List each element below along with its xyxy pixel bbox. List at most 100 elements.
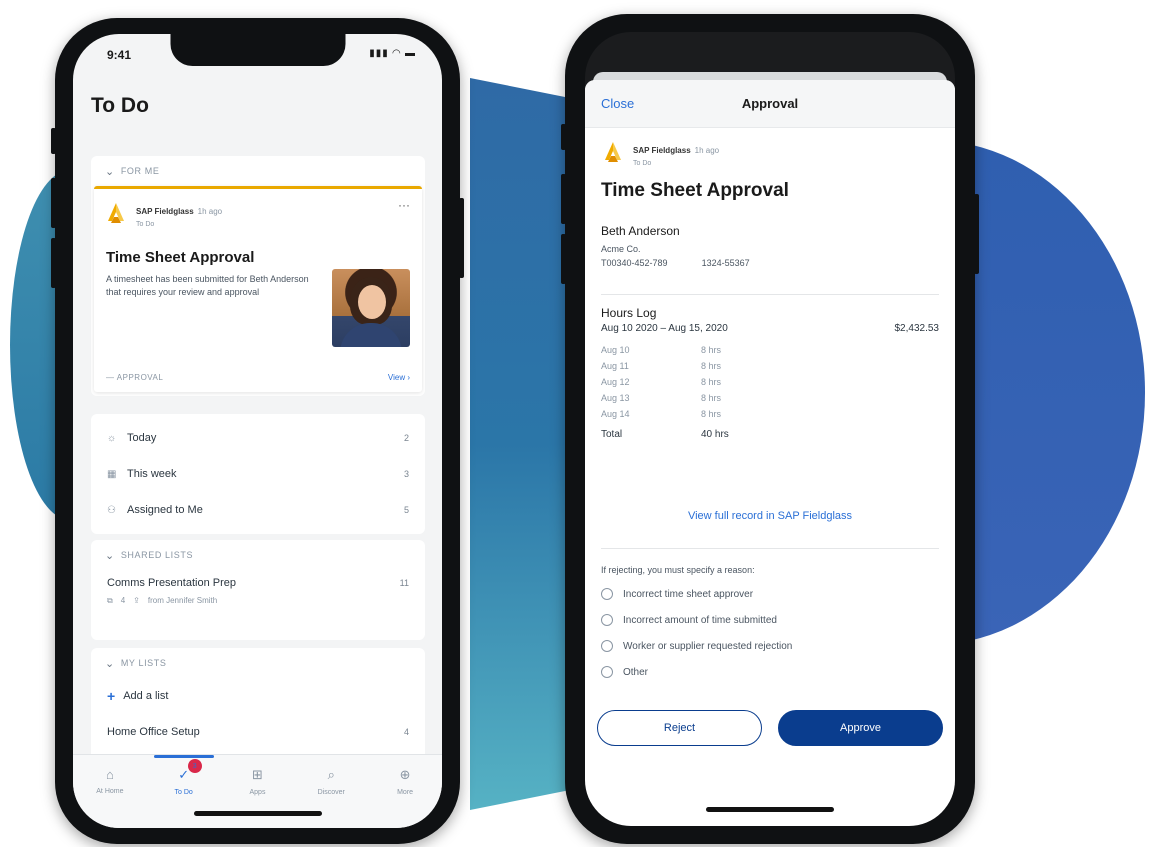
- chevron-down-icon: ⌄: [105, 549, 115, 562]
- filter-count: 2: [403, 433, 409, 443]
- fieldglass-logo-icon: [104, 201, 128, 225]
- filter-count: 3: [403, 469, 409, 479]
- approve-button[interactable]: Approve: [778, 710, 943, 746]
- for-me-header[interactable]: ⌄ FOR ME: [91, 156, 425, 186]
- tab-at-home[interactable]: ⌂ At Home: [80, 767, 140, 828]
- log-hours: 8 hrs: [701, 409, 722, 419]
- filter-label: This week: [127, 468, 177, 480]
- side-button: [561, 124, 566, 150]
- hours-amount: $2,432.53: [894, 323, 940, 334]
- person-ids: T00340-452-789 1324-55367: [601, 256, 939, 270]
- filter-this-week[interactable]: ▦ This week 3: [91, 456, 425, 492]
- add-list-label: Add a list: [123, 690, 169, 702]
- log-date: Aug 14: [601, 409, 630, 419]
- share-icon: ⇪: [133, 596, 140, 605]
- active-tab-indicator: [153, 755, 214, 758]
- reason-option[interactable]: Worker or supplier requested rejection: [601, 633, 939, 659]
- tab-to-do[interactable]: 3 ✓ To Do: [153, 755, 214, 828]
- avatar-face: [358, 285, 386, 319]
- notification-title: Time Sheet Approval: [106, 249, 255, 266]
- close-button[interactable]: Close: [601, 96, 634, 111]
- members-count: 4: [120, 596, 126, 605]
- radio-button[interactable]: [601, 640, 613, 652]
- reason-option[interactable]: Other: [601, 659, 939, 685]
- reason-label: Other: [623, 666, 649, 678]
- avatar: [332, 269, 410, 347]
- reason-label: Worker or supplier requested rejection: [623, 640, 793, 652]
- my-list-item[interactable]: Home Office Setup 4: [91, 714, 425, 750]
- view-full-record-link[interactable]: View full record in SAP Fieldglass: [585, 510, 955, 522]
- sheet-nav-bar: Close Approval: [585, 80, 955, 128]
- radio-button[interactable]: [601, 666, 613, 678]
- side-button: [561, 234, 566, 284]
- list-item-label: Home Office Setup: [107, 726, 200, 738]
- side-button: [974, 194, 979, 274]
- radio-button[interactable]: [601, 588, 613, 600]
- log-row: Aug 11 8 hrs: [601, 358, 939, 374]
- shared-list-item[interactable]: Comms Presentation Prep 11: [91, 570, 425, 596]
- home-indicator[interactable]: [706, 807, 834, 812]
- tab-more[interactable]: ⊕ More: [375, 767, 435, 828]
- section-header-label: MY LISTS: [120, 658, 167, 668]
- side-button: [51, 238, 56, 288]
- more-options-icon[interactable]: ···: [398, 199, 410, 211]
- more-icon: ⊕: [399, 767, 411, 782]
- approval-sheet: Close Approval SAP Fieldglass 1h ago To D…: [585, 80, 955, 826]
- shared-list-meta: ⧉ 4 ⇪ from Jennifer Smith: [91, 596, 425, 606]
- section-header-label: FOR ME: [120, 166, 160, 176]
- reason-option[interactable]: Incorrect amount of time submitted: [601, 607, 939, 633]
- log-row: Aug 10 8 hrs: [601, 342, 939, 358]
- approval-tag-label: APPROVAL: [116, 373, 164, 382]
- notification-badge: 3: [187, 759, 202, 773]
- sun-icon: ☼: [107, 432, 117, 444]
- home-indicator[interactable]: [193, 811, 322, 816]
- notch: [170, 34, 345, 66]
- view-button[interactable]: View ›: [388, 373, 410, 382]
- tab-bar: ⌂ At Home 3 ✓ To Do ⊞ Apps ⌕ Discover ⊕ …: [73, 754, 442, 828]
- search-icon: ⌕: [327, 767, 335, 782]
- approval-screen: Close Approval SAP Fieldglass 1h ago To D…: [585, 32, 955, 826]
- notification-card[interactable]: SAP Fieldglass 1h ago To Do ··· Time Shee…: [94, 186, 422, 392]
- shared-lists-header[interactable]: ⌄ SHARED LISTS: [91, 540, 425, 570]
- tab-apps[interactable]: ⊞ Apps: [227, 767, 287, 828]
- avatar-body: [340, 323, 402, 347]
- notification-footer: — APPROVAL View ›: [106, 373, 410, 382]
- person-id-1: T00340-452-789: [601, 258, 668, 268]
- log-hours: 8 hrs: [701, 393, 722, 403]
- reject-button[interactable]: Reject: [597, 710, 762, 746]
- calendar-icon: ▦: [107, 468, 117, 480]
- phone-approval: Close Approval SAP Fieldglass 1h ago To D…: [561, 14, 979, 844]
- filter-today[interactable]: ☼ Today 2: [91, 420, 425, 456]
- todo-screen: 9:41 ▮▮▮ ◠ ▬ To Do ⌄ FOR ME SAP Fieldgla…: [73, 34, 442, 828]
- add-list-button[interactable]: + Add a list: [91, 678, 425, 714]
- log-row: Aug 14 8 hrs: [601, 406, 939, 422]
- filters-section: ☼ Today 2 ▦ This week 3 ⚇ Assigned to Me…: [91, 414, 425, 534]
- hours-log: Hours Log Aug 10 2020 – Aug 15, 2020 $2,…: [601, 306, 939, 442]
- plus-icon: +: [107, 688, 116, 704]
- notification-app-row: SAP Fieldglass 1h ago To Do ···: [104, 199, 410, 228]
- reason-label: Incorrect time sheet approver: [623, 588, 754, 600]
- for-me-section: ⌄ FOR ME SAP Fieldglass 1h ago To Do ··· …: [91, 156, 425, 396]
- members-icon: ⧉: [107, 596, 113, 605]
- hours-log-title: Hours Log: [601, 306, 657, 320]
- person-company: Acme Co.: [601, 244, 641, 254]
- side-button: [51, 128, 56, 154]
- tab-label: To Do: [174, 789, 193, 796]
- action-buttons: Reject Approve: [597, 710, 943, 746]
- shared-lists-section: ⌄ SHARED LISTS Comms Presentation Prep 1…: [91, 540, 425, 640]
- log-date: Aug 11: [601, 361, 629, 371]
- filter-assigned-to-me[interactable]: ⚇ Assigned to Me 5: [91, 492, 425, 528]
- radio-button[interactable]: [601, 614, 613, 626]
- filter-count: 5: [403, 505, 409, 515]
- log-date: Aug 13: [601, 393, 630, 403]
- list-item-label: Comms Presentation Prep: [107, 577, 236, 589]
- my-lists-header[interactable]: ⌄ MY LISTS: [91, 648, 425, 678]
- person-icon: ⚇: [107, 504, 116, 516]
- person-name: Beth Anderson: [601, 224, 680, 238]
- hours-range-row: Aug 10 2020 – Aug 15, 2020 $2,432.53: [601, 323, 939, 334]
- reason-option[interactable]: Incorrect time sheet approver: [601, 581, 939, 607]
- tab-discover[interactable]: ⌕ Discover: [301, 767, 361, 828]
- reject-prompt: If rejecting, you must specify a reason:: [601, 565, 755, 575]
- log-row: Aug 13 8 hrs: [601, 390, 939, 406]
- tab-label: More: [397, 789, 414, 796]
